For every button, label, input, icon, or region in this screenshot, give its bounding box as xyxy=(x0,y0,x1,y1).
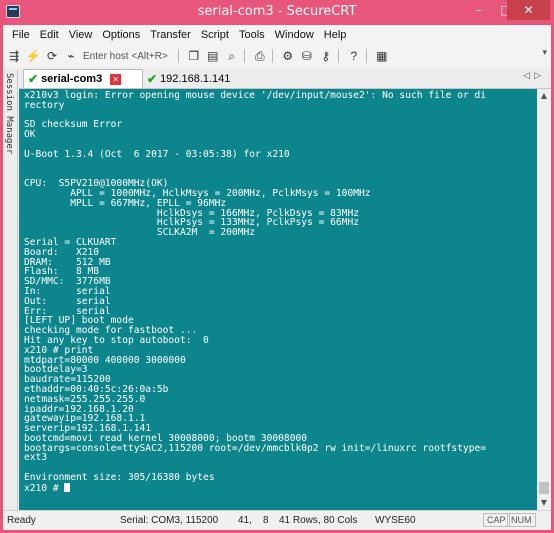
status-emulation: WYSE60 xyxy=(375,515,416,526)
keymap-icon[interactable]: ▦ xyxy=(374,48,390,64)
close-button[interactable]: ✕ xyxy=(507,0,550,20)
find-icon[interactable]: ⌕ xyxy=(224,48,240,64)
toolbar-overflow-icon[interactable]: ▾ xyxy=(542,47,547,58)
session-manager-panel[interactable]: Session Manager xyxy=(3,69,18,510)
title-bar[interactable]: serial-com3 - SecureCRT – □ ✕ xyxy=(0,0,554,25)
menu-tools[interactable]: Tools xyxy=(234,29,270,41)
menu-script[interactable]: Script xyxy=(196,29,234,41)
terminal-prompt: x210 # xyxy=(24,482,65,494)
terminal-cursor xyxy=(64,482,71,492)
status-caps: CAP xyxy=(483,513,510,527)
status-num: NUM xyxy=(507,513,536,527)
toolbar-divider xyxy=(337,49,339,63)
paste-icon[interactable]: ▤ xyxy=(205,48,221,64)
sftp-icon[interactable]: ⛁ xyxy=(299,48,315,64)
key-icon[interactable]: ⚷ xyxy=(318,48,334,64)
tab-label: serial-com3 xyxy=(41,73,103,85)
scroll-down-icon[interactable]: ▼ xyxy=(537,496,551,510)
toolbar-divider xyxy=(365,49,367,63)
menu-bar: File Edit View Options Transfer Script T… xyxy=(3,25,551,45)
disconnect-icon[interactable]: ⌁ xyxy=(63,48,79,64)
terminal-output: x210v3 login: Error opening mouse device… xyxy=(19,89,537,494)
scroll-up-icon[interactable]: ▲ xyxy=(537,89,551,103)
toolbar-divider xyxy=(243,49,245,63)
tab-scroll-arrows-icon[interactable]: ◁▷ xyxy=(523,71,545,81)
connected-check-icon: ✔ xyxy=(147,71,158,86)
status-size: 41 Rows, 80 Cols xyxy=(279,515,358,526)
terminal-scrollbar[interactable]: ▲ ▼ xyxy=(537,89,551,510)
menu-view[interactable]: View xyxy=(64,29,98,41)
status-row: 41, xyxy=(238,515,252,526)
toolbar: ⇶ ⚡ ⟳ ⌁ Enter host <Alt+R> ❐ ▤ ⌕ ⎙ ⚙ ⛁ ⚷… xyxy=(3,45,551,67)
toolbar-divider xyxy=(177,49,179,63)
copy-icon[interactable]: ❐ xyxy=(186,48,202,64)
status-bar: Ready Serial: COM3, 115200 41, 8 41 Rows… xyxy=(3,510,551,530)
tab-serial-com3[interactable]: ✔ serial-com3 ✕ xyxy=(23,69,143,88)
session-manager-label: Session Manager xyxy=(4,73,14,155)
status-col: 8 xyxy=(263,515,269,526)
menu-transfer[interactable]: Transfer xyxy=(145,29,196,41)
menu-file[interactable]: File xyxy=(3,29,35,41)
reconnect-icon[interactable]: ⟳ xyxy=(44,48,60,64)
status-serial: Serial: COM3, 115200 xyxy=(120,515,219,526)
menu-help[interactable]: Help xyxy=(319,29,352,41)
menu-window[interactable]: Window xyxy=(270,29,319,41)
toolbar-divider xyxy=(271,49,273,63)
scrollbar-thumb[interactable] xyxy=(539,482,549,494)
status-ready: Ready xyxy=(7,515,36,526)
settings-icon[interactable]: ⚙ xyxy=(280,48,296,64)
print-icon[interactable]: ⎙ xyxy=(252,48,268,64)
tab-192-168-1-141[interactable]: ✔ 192.168.1.141 xyxy=(143,69,247,88)
minimize-button[interactable]: – xyxy=(466,0,492,20)
tab-bar: ✔ serial-com3 ✕ ✔ 192.168.1.141 ◁▷ xyxy=(19,67,551,89)
tab-close-icon[interactable]: ✕ xyxy=(110,73,122,85)
app-frame: File Edit View Options Transfer Script T… xyxy=(3,25,551,530)
help-icon[interactable]: ? xyxy=(346,48,362,64)
terminal-screen[interactable]: x210v3 login: Error opening mouse device… xyxy=(19,89,537,510)
menu-edit[interactable]: Edit xyxy=(35,29,64,41)
tab-label: 192.168.1.141 xyxy=(160,72,231,85)
connect-icon[interactable]: ⇶ xyxy=(6,48,22,64)
host-input[interactable]: Enter host <Alt+R> xyxy=(83,51,168,62)
terminal-lines: x210v3 login: Error opening mouse device… xyxy=(24,90,487,484)
connected-check-icon: ✔ xyxy=(28,72,39,86)
lightning-icon[interactable]: ⚡ xyxy=(25,48,41,64)
menu-options[interactable]: Options xyxy=(97,29,145,41)
